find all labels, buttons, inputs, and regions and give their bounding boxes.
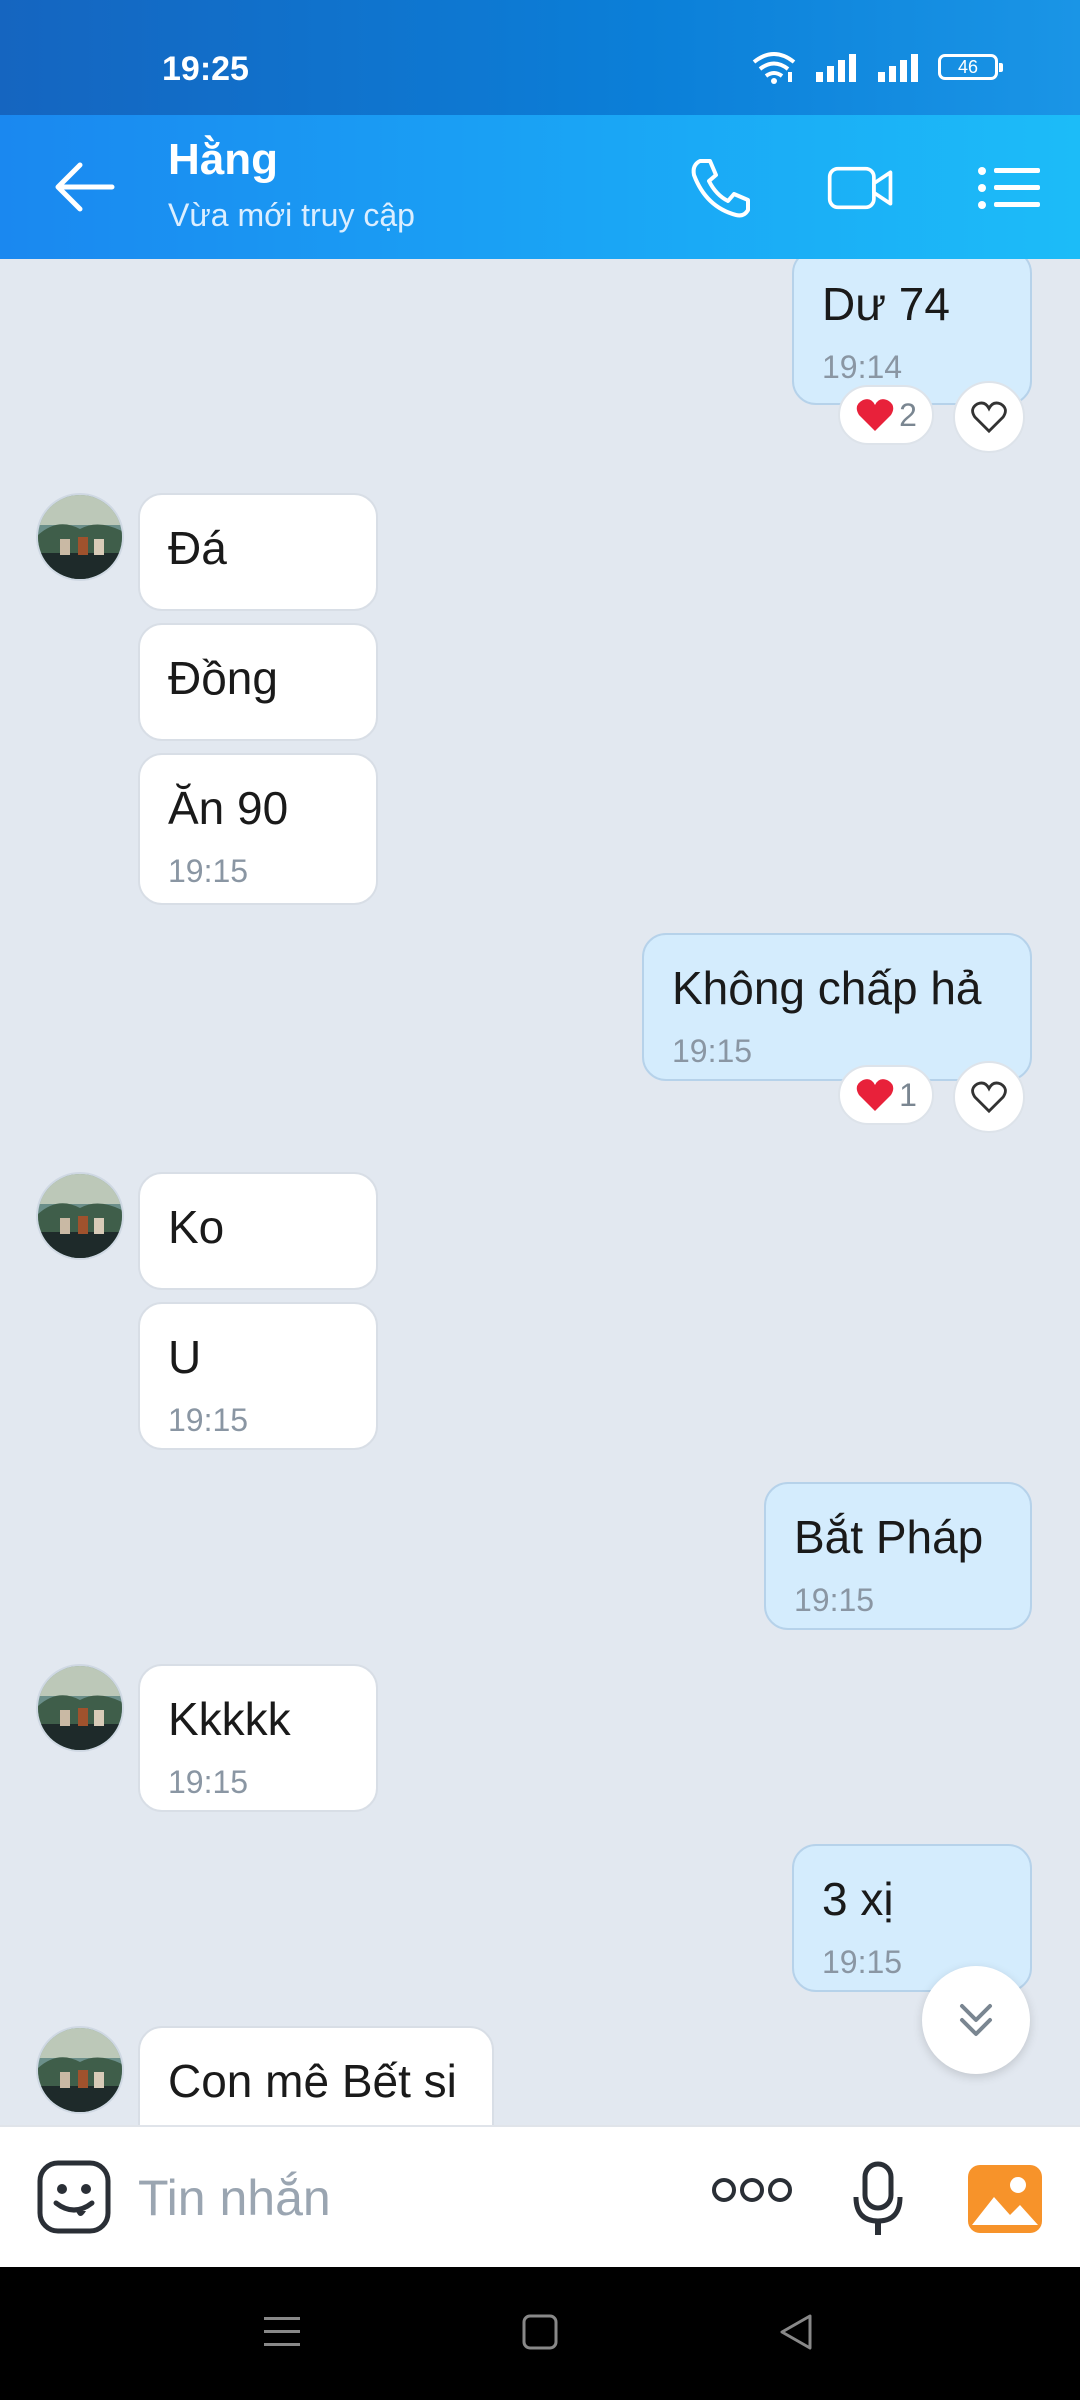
avatar[interactable] <box>36 493 124 581</box>
back-nav-icon[interactable] <box>778 2313 814 2351</box>
message-bubble-incoming[interactable]: Đá <box>138 493 378 611</box>
message-text: Con mê Bết si <box>168 2055 457 2107</box>
message-text: Dư 74 <box>822 278 950 330</box>
chat-header: Hằng Vừa mới truy cập <box>0 115 1080 259</box>
status-bar: 19:25 46 <box>0 0 1080 115</box>
contact-status: Vừa mới truy cập <box>168 197 415 233</box>
avatar-image <box>38 495 122 579</box>
message-text: Ăn 90 <box>168 782 289 834</box>
message-input-bar: Tin nhắn <box>0 2125 1080 2269</box>
recent-apps-icon[interactable] <box>264 2313 300 2351</box>
video-call-icon[interactable] <box>826 155 896 221</box>
scroll-to-bottom-button[interactable] <box>922 1966 1030 2074</box>
avatar-image <box>38 1666 122 1750</box>
avatar-image <box>38 2028 122 2112</box>
status-icons: 46 <box>752 50 1003 84</box>
message-bubble-incoming[interactable]: Đồng <box>138 623 378 741</box>
reaction-count-badge[interactable]: 1 <box>838 1065 934 1125</box>
message-bubble-incoming[interactable]: Ko <box>138 1172 378 1290</box>
message-time: 19:15 <box>168 853 249 889</box>
message-bubble-incoming[interactable]: Kkkkk 19:15 <box>138 1664 378 1812</box>
microphone-icon[interactable] <box>852 2161 904 2237</box>
contact-name[interactable]: Hằng <box>168 135 278 185</box>
heart-outline-icon <box>971 1081 1007 1114</box>
message-text: Không chấp hả <box>672 962 982 1014</box>
message-time: 19:15 <box>672 1033 753 1069</box>
avatar-image <box>38 1174 122 1258</box>
message-time: 19:14 <box>822 349 903 385</box>
message-text: Đồng <box>168 652 278 704</box>
message-text: Bắt Pháp <box>794 1511 984 1563</box>
phone-icon[interactable] <box>686 155 756 221</box>
react-heart-button[interactable] <box>953 381 1025 453</box>
message-bubble-outgoing[interactable]: Không chấp hả 19:15 <box>642 933 1032 1081</box>
message-time: 19:15 <box>794 1582 875 1618</box>
message-list[interactable]: Dư 74 19:14 2 Đá Đồng Ăn 90 19:15 Không … <box>0 259 1080 2125</box>
reaction-count: 1 <box>899 1076 917 1113</box>
message-text: 3 xị <box>822 1873 894 1925</box>
message-bubble-outgoing[interactable]: Bắt Pháp 19:15 <box>764 1482 1032 1630</box>
image-gallery-icon[interactable] <box>968 2165 1042 2233</box>
heart-filled-icon <box>856 399 894 431</box>
home-icon[interactable] <box>522 2313 558 2351</box>
system-navigation-bar <box>0 2267 1080 2400</box>
menu-list-icon[interactable] <box>974 155 1044 221</box>
signal-icon-2 <box>878 54 918 82</box>
signal-icon <box>816 54 856 82</box>
message-time: 19:15 <box>168 1402 249 1438</box>
battery-icon: 46 <box>938 54 1003 80</box>
heart-outline-icon <box>971 401 1007 434</box>
status-time: 19:25 <box>162 50 249 88</box>
back-arrow-icon[interactable] <box>50 159 116 215</box>
avatar[interactable] <box>36 2026 124 2114</box>
avatar[interactable] <box>36 1172 124 1260</box>
message-bubble-incoming[interactable]: U 19:15 <box>138 1302 378 1450</box>
message-bubble-incoming[interactable]: Ăn 90 19:15 <box>138 753 378 905</box>
message-text: Đá <box>168 522 227 574</box>
react-heart-button[interactable] <box>953 1061 1025 1133</box>
double-chevron-down-icon <box>960 2004 992 2036</box>
reaction-count: 2 <box>899 396 917 433</box>
heart-filled-icon <box>856 1079 894 1111</box>
wifi-icon <box>752 52 796 84</box>
message-input[interactable]: Tin nhắn <box>138 2169 331 2227</box>
message-time: 19:15 <box>168 1764 249 1800</box>
avatar[interactable] <box>36 1664 124 1752</box>
message-text: U <box>168 1331 202 1383</box>
message-bubble-incoming[interactable]: Con mê Bết si <box>138 2026 494 2125</box>
more-options-icon[interactable] <box>710 2175 794 2205</box>
message-text: Kkkkk <box>168 1693 291 1745</box>
reaction-count-badge[interactable]: 2 <box>838 385 934 445</box>
emoji-sticker-icon[interactable] <box>36 2159 112 2235</box>
message-text: Ko <box>168 1201 225 1253</box>
